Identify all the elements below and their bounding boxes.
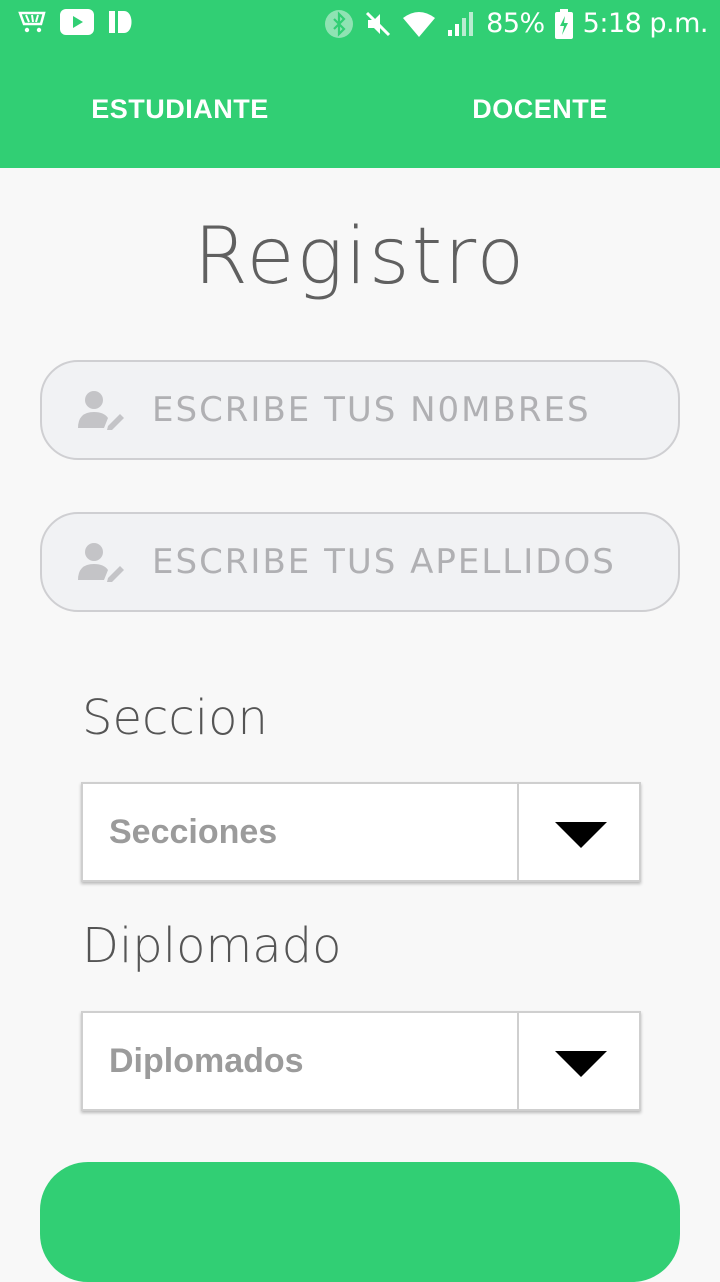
section-select[interactable]: Secciones	[81, 782, 641, 882]
status-bar: 85% 5:18 p.m.	[0, 0, 720, 50]
section-select-value: Secciones	[109, 813, 278, 851]
diploma-label: Diplomado	[82, 918, 342, 974]
names-field	[40, 360, 680, 460]
battery-charging-icon	[554, 8, 573, 39]
signal-icon	[448, 11, 474, 36]
dropdown-arrow-icon	[555, 1051, 607, 1077]
section-label: Seccion	[82, 690, 268, 746]
user-edit-icon	[78, 543, 124, 582]
bluetooth-icon	[325, 9, 354, 38]
diploma-select-value: Diplomados	[109, 1042, 304, 1080]
tab-docente[interactable]: DOCENTE	[360, 50, 720, 168]
youtube-icon	[60, 9, 94, 35]
user-edit-icon	[78, 391, 124, 430]
diploma-select[interactable]: Diplomados	[81, 1011, 641, 1111]
wifi-icon	[403, 11, 436, 37]
select-divider	[517, 784, 519, 880]
surnames-field	[40, 512, 680, 612]
app-id-icon	[109, 11, 132, 33]
mute-icon	[366, 11, 391, 36]
select-divider	[517, 1013, 519, 1109]
page-title: Registro	[193, 212, 527, 302]
register-button[interactable]	[40, 1162, 680, 1282]
surnames-input[interactable]	[150, 541, 654, 583]
status-time: 5:18 p.m.	[582, 8, 709, 39]
battery-percent: 85%	[486, 8, 545, 39]
store-icon	[18, 11, 46, 33]
dropdown-arrow-icon	[555, 822, 607, 848]
names-input[interactable]	[150, 389, 654, 431]
role-tabs: ESTUDIANTE DOCENTE	[0, 50, 720, 168]
tab-estudiante[interactable]: ESTUDIANTE	[0, 50, 360, 168]
